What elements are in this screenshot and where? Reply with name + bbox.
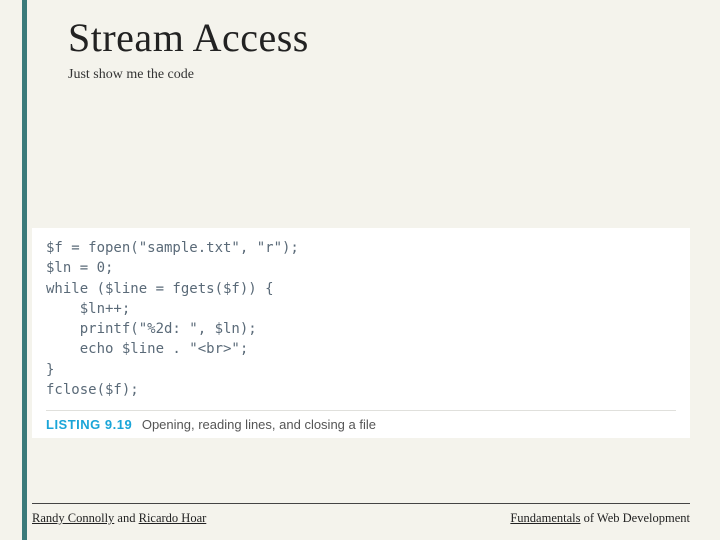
slide: Stream Access Just show me the code $f =… <box>0 0 720 540</box>
header: Stream Access Just show me the code <box>68 14 690 83</box>
code-panel: $f = fopen("sample.txt", "r"); $ln = 0; … <box>32 228 690 438</box>
book-title-word: Fundamentals <box>510 511 580 525</box>
listing-label: LISTING 9.19 <box>46 417 132 432</box>
slide-title: Stream Access <box>68 14 690 61</box>
footer: Randy Connolly and Ricardo Hoar Fundamen… <box>32 511 690 526</box>
author-2: Ricardo Hoar <box>139 511 207 525</box>
footer-text: of Web Development <box>581 511 691 525</box>
listing-caption: LISTING 9.19 Opening, reading lines, and… <box>46 410 676 432</box>
slide-subtitle: Just show me the code <box>68 67 690 83</box>
code-line: } <box>46 362 54 378</box>
code-line: fclose($f); <box>46 382 139 398</box>
footer-divider <box>32 503 690 504</box>
code-line: $f = fopen("sample.txt", "r"); <box>46 240 299 256</box>
accent-bar <box>22 0 27 540</box>
author-1: Randy Connolly <box>32 511 114 525</box>
code-line: printf("%2d: ", $ln); <box>46 321 257 337</box>
code-line: $ln = 0; <box>46 260 113 276</box>
code-line: while ($line = fgets($f)) { <box>46 281 274 297</box>
code-block: $f = fopen("sample.txt", "r"); $ln = 0; … <box>46 238 676 400</box>
footer-text: and <box>114 511 138 525</box>
listing-caption-text: Opening, reading lines, and closing a fi… <box>142 417 376 432</box>
footer-right: Fundamentals of Web Development <box>510 511 690 526</box>
footer-left: Randy Connolly and Ricardo Hoar <box>32 511 206 526</box>
code-line: $ln++; <box>46 301 130 317</box>
code-line: echo $line . "<br>"; <box>46 341 248 357</box>
